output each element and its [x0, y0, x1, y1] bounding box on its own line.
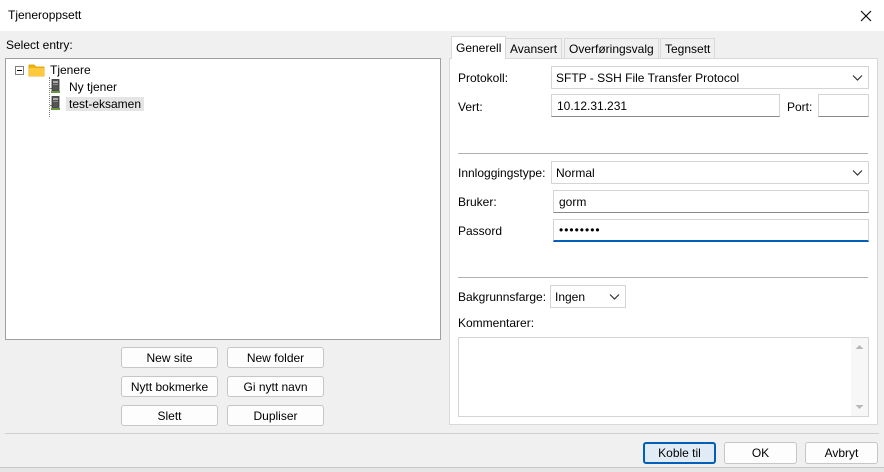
chevron-down-icon — [852, 75, 863, 81]
protocol-select[interactable]: SFTP - SSH File Transfer Protocol — [551, 66, 869, 89]
tree-item-root[interactable]: Tjenere — [28, 61, 91, 78]
new-folder-button[interactable]: New folder — [227, 347, 324, 368]
comments-textarea[interactable] — [458, 337, 869, 417]
footer-separator — [5, 433, 879, 434]
title-bar: Tjeneroppsett — [0, 0, 884, 31]
password-label: Passord — [458, 224, 503, 238]
window-title: Tjeneroppsett — [8, 8, 82, 22]
close-button[interactable] — [848, 0, 884, 31]
tree-item-site-selected[interactable]: test-eksamen — [50, 95, 145, 112]
separator — [458, 153, 868, 154]
tab-general[interactable]: Generell — [451, 36, 507, 59]
tree-item-label: Ny tjener — [69, 79, 118, 94]
tree-item-site[interactable]: Ny tjener — [50, 78, 117, 95]
user-label: Bruker: — [458, 195, 497, 209]
select-entry-label: Select entry: — [6, 38, 73, 52]
scroll-down-icon[interactable] — [851, 400, 868, 414]
close-icon — [860, 10, 872, 21]
background-color-value: Ingen — [555, 289, 586, 304]
new-site-button[interactable]: New site — [121, 347, 218, 368]
connect-button[interactable]: Koble til — [643, 442, 716, 464]
chevron-down-icon — [852, 170, 863, 176]
port-label: Port: — [787, 100, 813, 114]
background-window-edge — [0, 467, 884, 472]
tab-advanced[interactable]: Avansert — [505, 38, 563, 58]
protocol-value: SFTP - SSH File Transfer Protocol — [556, 70, 740, 85]
background-color-label: Bakgrunnsfarge: — [458, 290, 547, 304]
host-label: Vert: — [458, 100, 483, 114]
logon-type-select[interactable]: Normal — [551, 161, 869, 184]
new-bookmark-button[interactable]: Nytt bokmerke — [121, 376, 218, 397]
scrollbar[interactable] — [851, 338, 868, 416]
general-panel: Protokoll: SFTP - SSH File Transfer Prot… — [449, 58, 878, 425]
user-input[interactable]: gorm — [553, 190, 869, 213]
cancel-button[interactable]: Avbryt — [805, 442, 878, 464]
comments-label: Kommentarer: — [458, 316, 535, 330]
delete-button[interactable]: Slett — [121, 405, 218, 426]
logon-type-label: Innloggingstype: — [458, 166, 546, 180]
background-color-select[interactable]: Ingen — [550, 285, 626, 308]
separator — [458, 277, 868, 278]
logon-type-value: Normal — [556, 165, 595, 180]
protocol-label: Protokoll: — [458, 71, 509, 85]
password-input[interactable]: •••••••• — [553, 219, 869, 242]
chevron-down-icon — [609, 294, 620, 300]
server-icon — [51, 79, 60, 93]
server-icon — [51, 96, 60, 110]
tab-charset[interactable]: Tegnsett — [660, 38, 716, 58]
folder-icon — [28, 64, 45, 76]
site-tree[interactable]: Tjenere Ny tjener test-eksamen — [5, 58, 441, 340]
tab-transfer-settings[interactable]: Overføringsvalg — [564, 38, 659, 58]
port-input[interactable] — [818, 94, 869, 117]
collapse-toggle[interactable] — [15, 66, 24, 75]
host-input[interactable]: 10.12.31.231 — [551, 94, 780, 117]
ok-button[interactable]: OK — [724, 442, 797, 464]
duplicate-button[interactable]: Dupliser — [227, 405, 324, 426]
rename-button[interactable]: Gi nytt navn — [227, 376, 324, 397]
tree-item-label: Tjenere — [50, 62, 91, 77]
scroll-up-icon[interactable] — [851, 340, 868, 354]
tree-item-label: test-eksamen — [66, 96, 145, 111]
